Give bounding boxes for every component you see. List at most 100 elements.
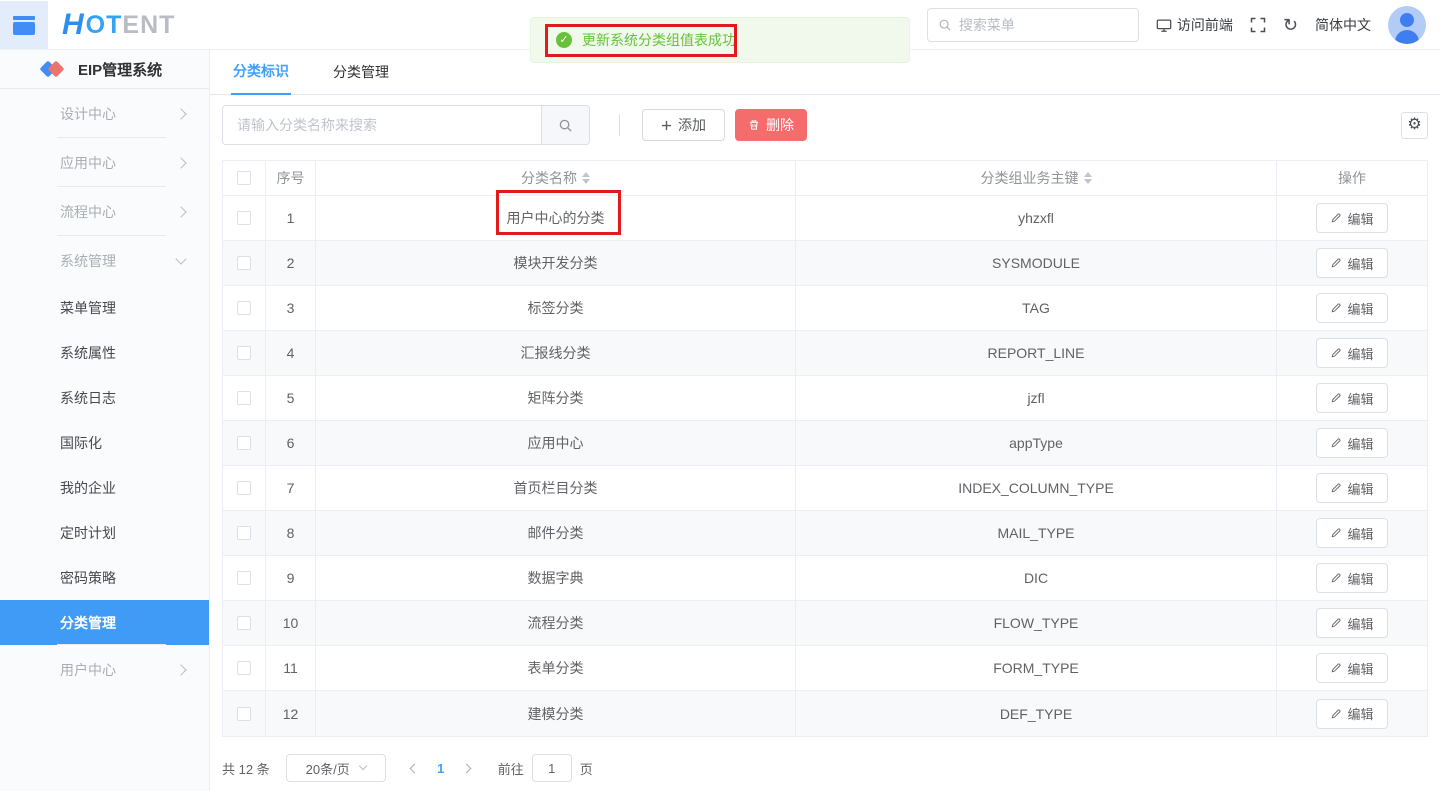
- success-check-icon: ✓: [556, 32, 572, 48]
- edit-button[interactable]: 编辑: [1316, 338, 1388, 368]
- chevron-icon: [175, 663, 187, 676]
- sidebar-item[interactable]: 系统属性: [0, 330, 209, 375]
- sort-icon[interactable]: [1083, 172, 1092, 184]
- edit-button[interactable]: 编辑: [1316, 563, 1388, 593]
- row-index: 8: [266, 511, 316, 555]
- edit-button[interactable]: 编辑: [1316, 203, 1388, 233]
- sidebar-item[interactable]: 定时计划: [0, 510, 209, 555]
- sidebar-item[interactable]: 分类管理: [0, 600, 209, 645]
- toast-message: 更新系统分类组值表成功: [582, 32, 736, 48]
- sidebar-item[interactable]: 系统管理: [0, 236, 209, 285]
- edit-button[interactable]: 编辑: [1316, 293, 1388, 323]
- row-checkbox[interactable]: [237, 571, 251, 585]
- sidebar-item[interactable]: 菜单管理: [0, 285, 209, 330]
- row-checkbox[interactable]: [237, 526, 251, 540]
- sidebar-item[interactable]: 流程中心: [0, 187, 209, 236]
- edit-button[interactable]: 编辑: [1316, 518, 1388, 548]
- collapse-menu-button[interactable]: [0, 1, 48, 49]
- row-checkbox[interactable]: [237, 436, 251, 450]
- header-category-name[interactable]: 分类名称: [316, 161, 796, 195]
- search-icon: [558, 118, 573, 133]
- edit-button[interactable]: 编辑: [1316, 248, 1388, 278]
- pencil-icon: [1330, 527, 1342, 539]
- row-category-name: 模块开发分类: [316, 241, 796, 285]
- edit-button[interactable]: 编辑: [1316, 428, 1388, 458]
- column-settings-button[interactable]: ⚙: [1401, 111, 1428, 139]
- row-checkbox[interactable]: [237, 301, 251, 315]
- sidebar-item[interactable]: 国际化: [0, 420, 209, 465]
- table-row: 12 建模分类 DEF_TYPE 编辑: [223, 691, 1427, 736]
- refresh-icon[interactable]: ↻: [1283, 16, 1298, 34]
- sidebar-item[interactable]: 密码策略: [0, 555, 209, 600]
- header-business-key[interactable]: 分类组业务主键: [796, 161, 1277, 195]
- row-checkbox[interactable]: [237, 256, 251, 270]
- row-actions-cell: 编辑: [1277, 196, 1427, 240]
- next-page-button[interactable]: [454, 754, 480, 782]
- row-business-key: FORM_TYPE: [796, 646, 1277, 690]
- row-category-name: 应用中心: [316, 421, 796, 465]
- row-business-key: SYSMODULE: [796, 241, 1277, 285]
- edit-button[interactable]: 编辑: [1316, 698, 1388, 729]
- edit-button[interactable]: 编辑: [1316, 653, 1388, 683]
- page-size-select[interactable]: 20条/页: [285, 754, 386, 782]
- pencil-icon: [1330, 347, 1342, 359]
- menu-search-input[interactable]: [958, 17, 1128, 33]
- sidebar-item-label: 分类管理: [60, 614, 116, 631]
- sidebar-item[interactable]: 我的企业: [0, 465, 209, 510]
- sidebar-item[interactable]: 设计中心: [0, 89, 209, 138]
- row-checkbox[interactable]: [237, 391, 251, 405]
- logo-letter-h: H: [62, 8, 85, 41]
- sort-icon[interactable]: [582, 172, 590, 184]
- tab-category-management[interactable]: 分类管理: [331, 62, 391, 94]
- sidebar-item[interactable]: 应用中心: [0, 138, 209, 187]
- row-checkbox-cell: [223, 286, 266, 330]
- page-unit-label: 页: [579, 761, 593, 777]
- goto-page-input[interactable]: [531, 754, 572, 782]
- row-category-name: 用户中心的分类: [316, 196, 796, 240]
- edit-button[interactable]: 编辑: [1316, 473, 1388, 503]
- success-toast: ✓ 更新系统分类组值表成功: [530, 17, 910, 63]
- avatar-person-icon: [1400, 13, 1414, 27]
- row-category-name: 矩阵分类: [316, 376, 796, 420]
- gear-icon: ⚙: [1407, 116, 1422, 133]
- pencil-icon: [1330, 572, 1342, 584]
- tab-category-identifier[interactable]: 分类标识: [231, 61, 291, 95]
- edit-button-label: 编辑: [1347, 616, 1374, 632]
- table-body: 1 用户中心的分类 yhzxfl 编辑 2 模块开发分类 SYSMODULE 编…: [223, 196, 1427, 736]
- edit-button[interactable]: 编辑: [1316, 608, 1388, 638]
- sidebar-item-label: 应用中心: [60, 154, 116, 171]
- row-business-key: TAG: [796, 286, 1277, 330]
- row-category-name: 首页栏目分类: [316, 466, 796, 510]
- category-search-input[interactable]: [223, 106, 541, 144]
- sidebar-item[interactable]: 系统日志: [0, 375, 209, 420]
- row-actions-cell: 编辑: [1277, 646, 1427, 690]
- row-checkbox[interactable]: [237, 706, 251, 721]
- category-search-button[interactable]: [541, 106, 589, 144]
- edit-button[interactable]: 编辑: [1316, 383, 1388, 413]
- row-checkbox-cell: [223, 646, 266, 690]
- row-checkbox[interactable]: [237, 481, 251, 495]
- row-index: 3: [266, 286, 316, 330]
- sidebar-item[interactable]: 用户中心: [0, 645, 209, 694]
- prev-page-button[interactable]: [402, 754, 428, 782]
- row-actions-cell: 编辑: [1277, 286, 1427, 330]
- row-checkbox[interactable]: [237, 211, 251, 225]
- chevron-icon: [175, 156, 187, 169]
- row-business-key: jzfl: [796, 376, 1277, 420]
- sidebar-item-label: 系统管理: [60, 252, 116, 269]
- add-button[interactable]: 添加: [642, 109, 725, 141]
- sidebar-item-label: 我的企业: [60, 479, 116, 496]
- row-checkbox[interactable]: [237, 616, 251, 630]
- row-checkbox[interactable]: [237, 661, 251, 675]
- user-avatar[interactable]: [1388, 6, 1426, 44]
- fullscreen-icon[interactable]: [1250, 17, 1266, 33]
- row-index: 11: [266, 646, 316, 690]
- delete-button[interactable]: 删除: [735, 109, 807, 141]
- current-page-number[interactable]: 1: [428, 761, 454, 776]
- language-switcher[interactable]: 简体中文: [1315, 15, 1371, 35]
- select-all-checkbox[interactable]: [237, 171, 251, 185]
- row-checkbox-cell: [223, 196, 266, 240]
- visit-frontend-button[interactable]: 访问前端: [1156, 15, 1233, 35]
- table-row: 5 矩阵分类 jzfl 编辑: [223, 376, 1427, 421]
- row-checkbox[interactable]: [237, 346, 251, 360]
